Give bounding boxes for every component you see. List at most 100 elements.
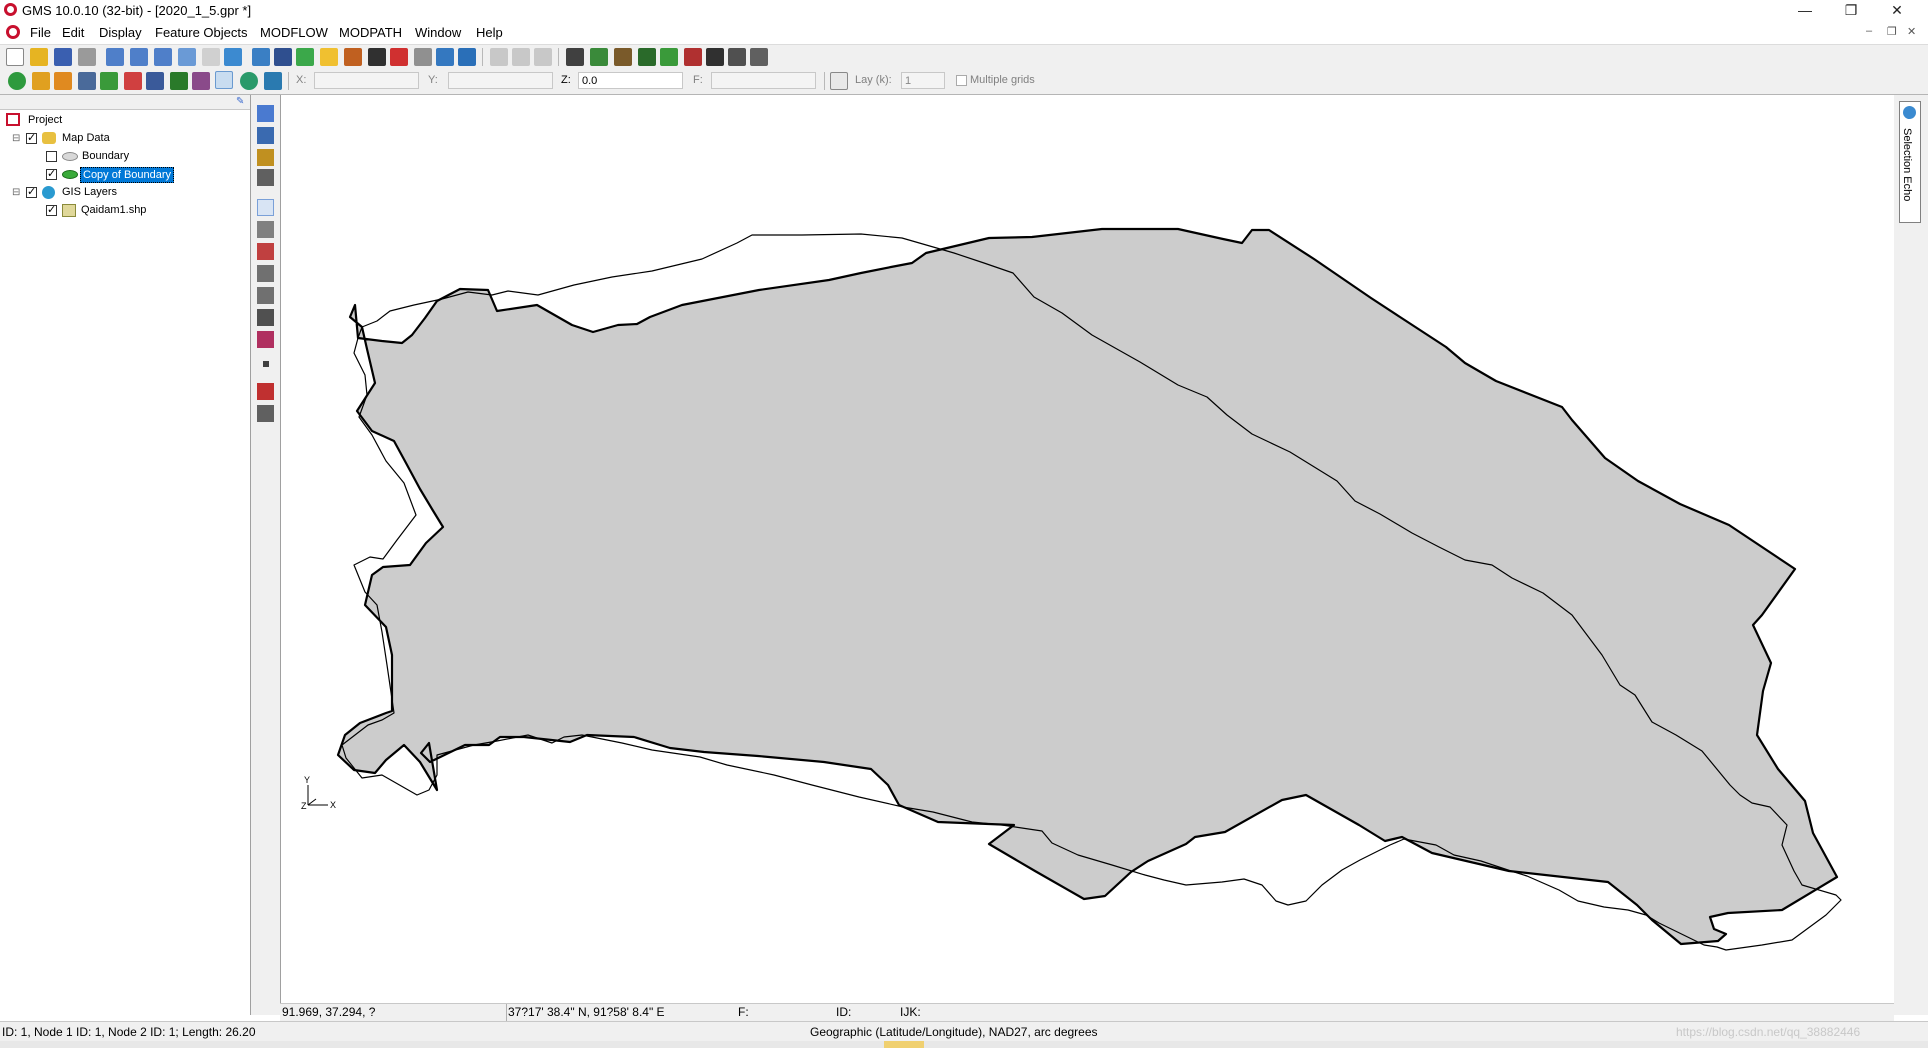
tree-project[interactable]: Project xyxy=(28,114,62,126)
expand-icon[interactable]: ⊟ xyxy=(12,187,20,198)
menu-feature-objects[interactable]: Feature Objects xyxy=(155,25,248,40)
select-polygon-icon[interactable] xyxy=(257,287,274,304)
shapefile-checkbox[interactable] xyxy=(46,203,57,216)
disabled-tool-icon[interactable] xyxy=(534,48,552,66)
run-modflow-icon[interactable] xyxy=(590,48,608,66)
solid-module-icon[interactable] xyxy=(54,72,72,90)
menu-modflow[interactable]: MODFLOW xyxy=(260,25,328,40)
graphics-status-bar: 91.969, 37.294, ? 37?17' 38.4" N, 91?58'… xyxy=(280,1003,1894,1021)
disabled-tool-icon[interactable] xyxy=(490,48,508,66)
measure-tool-icon[interactable] xyxy=(257,169,274,186)
3d-grid-module-icon[interactable] xyxy=(170,72,188,90)
edit-tool-icon[interactable] xyxy=(750,48,768,66)
new-file-icon[interactable] xyxy=(6,48,24,66)
mdi-close-button[interactable]: ✕ xyxy=(1907,25,1916,38)
layer-spinner[interactable]: 1 xyxy=(901,72,945,89)
pin-icon[interactable]: ✎ xyxy=(236,96,244,107)
light-bulb-icon[interactable] xyxy=(320,48,338,66)
mdi-minimize-button[interactable]: – xyxy=(1866,25,1872,37)
tin-module-icon[interactable] xyxy=(78,72,96,90)
grid-icon[interactable] xyxy=(414,48,432,66)
selection-echo-tab[interactable]: Selection Echo xyxy=(1899,101,1921,223)
menu-modpath[interactable]: MODPATH xyxy=(339,25,402,40)
3d-mesh-module-icon[interactable] xyxy=(146,72,164,90)
map-module-icon[interactable] xyxy=(215,71,233,89)
print-icon[interactable] xyxy=(78,48,96,66)
menu-window[interactable]: Window xyxy=(415,25,461,40)
grid-frame-icon[interactable] xyxy=(614,48,632,66)
minimize-button[interactable]: — xyxy=(1782,0,1828,22)
tree-copy-of-boundary[interactable]: Copy of Boundary xyxy=(80,167,175,183)
gis-layers-checkbox[interactable] xyxy=(26,185,37,198)
create-polygon-icon[interactable] xyxy=(257,331,274,348)
annotation-icon[interactable] xyxy=(728,48,746,66)
raster-module-icon[interactable] xyxy=(264,72,282,90)
lighting-icon[interactable] xyxy=(274,48,292,66)
zoom-icon[interactable] xyxy=(257,127,274,144)
x-coordinate-field[interactable] xyxy=(314,72,419,89)
save-icon[interactable] xyxy=(54,48,72,66)
select-arrow-icon[interactable] xyxy=(257,199,274,216)
grid-module-icon[interactable] xyxy=(100,72,118,90)
select-arc-icon[interactable] xyxy=(257,243,274,260)
boundary-checkbox[interactable] xyxy=(46,151,57,162)
ugrid-module-icon[interactable] xyxy=(192,72,210,90)
open-folder-icon[interactable] xyxy=(30,48,48,66)
tree-qaidam1-shp[interactable]: Qaidam1.shp xyxy=(81,204,146,216)
select-feature-icon[interactable] xyxy=(257,309,274,326)
map-data-checkbox[interactable] xyxy=(26,131,37,144)
copy-of-boundary-polygon[interactable] xyxy=(336,227,1839,946)
multiple-grids-icon[interactable] xyxy=(830,72,848,90)
plot-icon[interactable] xyxy=(344,48,362,66)
film-loop-icon[interactable] xyxy=(368,48,386,66)
tree-gis-layers[interactable]: GIS Layers xyxy=(62,186,117,198)
copy-of-boundary-checkbox[interactable] xyxy=(46,167,57,180)
tree-boundary[interactable]: Boundary xyxy=(82,150,129,162)
build-polygons-icon[interactable] xyxy=(638,48,656,66)
z-coordinate-field[interactable]: 0.0 xyxy=(578,72,683,89)
rotate-icon[interactable] xyxy=(178,48,196,66)
projection-info[interactable]: Geographic (Latitude/Longitude), NAD27, … xyxy=(810,1025,1098,1039)
pan-icon[interactable] xyxy=(257,105,274,122)
create-curve-icon[interactable] xyxy=(257,405,274,422)
create-point-icon[interactable] xyxy=(263,361,269,367)
expand-icon[interactable]: ⊟ xyxy=(12,133,20,144)
create-arc-icon[interactable] xyxy=(257,383,274,400)
view-front-icon[interactable] xyxy=(106,48,124,66)
menu-file[interactable]: File xyxy=(30,25,51,40)
rotate-view-icon[interactable] xyxy=(257,149,274,166)
map-canvas[interactable]: Y X Z xyxy=(282,95,1894,1003)
menu-edit[interactable]: Edit xyxy=(62,25,84,40)
feature-tool-icon[interactable] xyxy=(660,48,678,66)
menu-display[interactable]: Display xyxy=(99,25,142,40)
system-menu-icon[interactable] xyxy=(6,25,20,39)
borehole-module-icon[interactable] xyxy=(32,72,50,90)
display-options-icon[interactable] xyxy=(252,48,270,66)
y-coordinate-field[interactable] xyxy=(448,72,553,89)
graphics-window[interactable]: Y X Z xyxy=(282,95,1894,1003)
function-value-field[interactable] xyxy=(711,72,816,89)
close-button[interactable]: ✕ xyxy=(1874,0,1920,22)
multiple-grids-checkbox[interactable] xyxy=(956,75,967,86)
color-ramp-icon[interactable] xyxy=(390,48,408,66)
world-icon[interactable] xyxy=(458,48,476,66)
disabled-tool-icon[interactable] xyxy=(512,48,530,66)
gis-module-icon[interactable] xyxy=(240,72,258,90)
map-to-modflow-icon[interactable] xyxy=(566,48,584,66)
mesh-module-icon[interactable] xyxy=(8,72,26,90)
restore-button[interactable]: ❐ xyxy=(1828,0,1874,22)
zoom-extents-icon[interactable] xyxy=(224,48,242,66)
view-side-icon[interactable] xyxy=(130,48,148,66)
oblique-view-icon[interactable] xyxy=(202,48,220,66)
tree-map-data[interactable]: Map Data xyxy=(62,132,110,144)
feature-tool-icon[interactable] xyxy=(684,48,702,66)
mdi-restore-button[interactable]: ❐ xyxy=(1887,25,1897,38)
refresh-icon[interactable] xyxy=(296,48,314,66)
select-arc-group-icon[interactable] xyxy=(257,265,274,282)
feature-tool-icon[interactable] xyxy=(706,48,724,66)
scatter-module-icon[interactable] xyxy=(124,72,142,90)
menu-help[interactable]: Help xyxy=(476,25,503,40)
measure-icon[interactable] xyxy=(436,48,454,66)
select-vertex-icon[interactable] xyxy=(257,221,274,238)
view-top-icon[interactable] xyxy=(154,48,172,66)
